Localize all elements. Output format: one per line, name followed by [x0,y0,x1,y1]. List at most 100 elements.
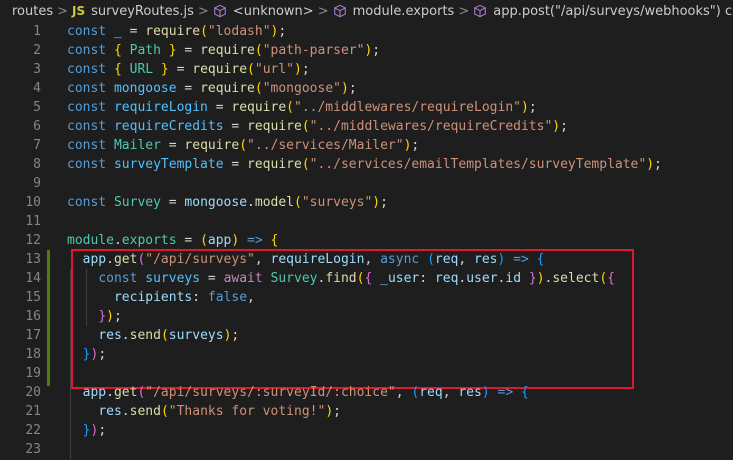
code-line[interactable]: 7 const Mailer = require("../services/Mai… [0,136,733,155]
identifier: req [419,385,443,400]
keyword: const [67,138,107,153]
breadcrumb-item-unknown[interactable]: <unknown> [213,4,314,19]
line-number: 3 [33,62,41,77]
identifier: module [67,233,114,248]
operator: = [160,138,185,153]
code-line[interactable]: 2 const { Path } = require("path-parser")… [0,41,733,60]
identifier: Survey [113,195,161,210]
cube-icon [333,4,346,18]
function-name: require [200,81,255,96]
function-name: get [113,385,138,400]
breadcrumb-label: <unknown> [232,3,314,19]
line-number: 19 [25,366,41,381]
operator: = [223,119,248,134]
code-line[interactable]: 8 const surveyTemplate = require("../serv… [0,155,733,174]
line-number: 11 [25,214,41,229]
string-literal: "../middlewares/requireLogin" [294,100,521,115]
breadcrumb-item-module-exports[interactable]: module.exports [333,3,455,19]
identifier: app [207,233,232,248]
operator: => [497,385,514,400]
function-name: get [113,252,138,267]
string-literal: "../services/Mailer" [247,138,404,153]
line-number: 1 [33,24,41,39]
code-line[interactable]: 17 res.send(surveys); [0,326,733,345]
breadcrumb-item-file[interactable]: JS surveyRoutes.js [72,4,194,19]
breadcrumb-label: module.exports [352,3,455,19]
code-line[interactable]: 3 const { URL } = require("url"); [0,60,733,79]
identifier: URL [129,62,154,77]
line-number: 5 [33,100,41,115]
code-line[interactable]: 11 [0,212,733,231]
keyword: await [223,271,263,286]
keyword: const [67,62,107,77]
function-name: require [247,157,302,172]
line-number: 17 [25,328,41,343]
identifier: requireCredits [113,119,224,134]
code-line[interactable]: 23 [0,440,733,459]
code-line[interactable]: 22 }); [0,421,733,440]
code-line[interactable]: 1 const _ = require("lodash"); [0,22,733,41]
code-line[interactable]: 10 const Survey = mongoose.model("surveys… [0,193,733,212]
operator: = [160,195,185,210]
identifier: _ [113,24,122,39]
identifier: req [434,271,459,286]
breadcrumb-item-callback[interactable]: app.post("/api/surveys/webhooks") callba… [473,4,733,19]
code-line[interactable]: 15 recipients: false, [0,288,733,307]
code-line[interactable]: 14 const surveys = await Survey.find({ _… [0,269,733,288]
identifier: app [82,385,107,400]
code-line[interactable]: 6 const requireCredits = require("../midd… [0,117,733,136]
code-line[interactable]: 19 [0,364,733,383]
identifier: surveyTemplate [113,157,224,172]
code-line[interactable]: 20 app.get("/api/surveys/:surveyId/:choi… [0,383,733,402]
line-number: 18 [25,347,41,362]
function-name: require [184,138,240,153]
operator: = [207,100,232,115]
identifier: surveys [145,271,201,286]
code-line[interactable]: 5 const requireLogin = require("../middle… [0,98,733,117]
keyword: const [67,100,107,115]
function-name: require [192,62,248,77]
keyword: const [67,24,107,39]
operator: = [223,157,248,172]
breadcrumb-label: surveyRoutes.js [91,3,194,19]
keyword: const [67,81,107,96]
line-number: 8 [33,157,41,172]
code-line[interactable]: 21 res.send("Thanks for voting!"); [0,402,733,421]
identifier: res [474,252,498,267]
cube-icon [214,4,226,18]
function-name: require [145,24,201,39]
string-literal: "/api/surveys/:surveyId/:choice" [145,385,396,400]
breadcrumb-item-routes[interactable]: routes [12,4,53,19]
code-line[interactable]: 18 }); [0,345,733,364]
line-number: 20 [25,385,41,400]
identifier: res [98,328,122,343]
breadcrumb-label: routes [12,3,54,19]
string-literal: "mongoose" [262,81,341,96]
code-line[interactable]: 16 }); [0,307,733,326]
string-literal: "surveys" [301,195,373,210]
brace: } [153,62,169,77]
line-number: 23 [25,442,41,457]
breadcrumb-separator: > [458,3,470,19]
string-literal: "../middlewares/requireCredits" [309,119,553,134]
breadcrumb-label: app.post("/api/surveys/webhooks") callba… [493,3,733,19]
string-literal: "/api/surveys" [145,252,255,267]
breadcrumb-separator: > [197,3,209,19]
code-line[interactable]: 12 module.exports = (app) => { [0,231,733,250]
function-name: send [129,328,161,343]
keyword: false [207,290,248,305]
line-number: 14 [25,271,41,286]
line-number: 22 [25,423,41,438]
operator: = [121,24,146,39]
brace: { [113,43,130,58]
function-name: require [231,100,287,115]
identifier: exports [121,233,177,248]
code-line[interactable]: 4 const mongoose = require("mongoose"); [0,79,733,98]
code-line[interactable]: 13 app.get("/api/surveys", requireLogin,… [0,250,733,269]
function-name: model [254,195,295,210]
breadcrumb-separator: > [317,3,329,19]
string-literal: "lodash" [207,24,271,39]
code-line[interactable]: 9 [0,174,733,193]
function-name: require [200,43,255,58]
code-editor[interactable]: 1 const _ = require("lodash"); 2 const { P… [0,22,733,460]
